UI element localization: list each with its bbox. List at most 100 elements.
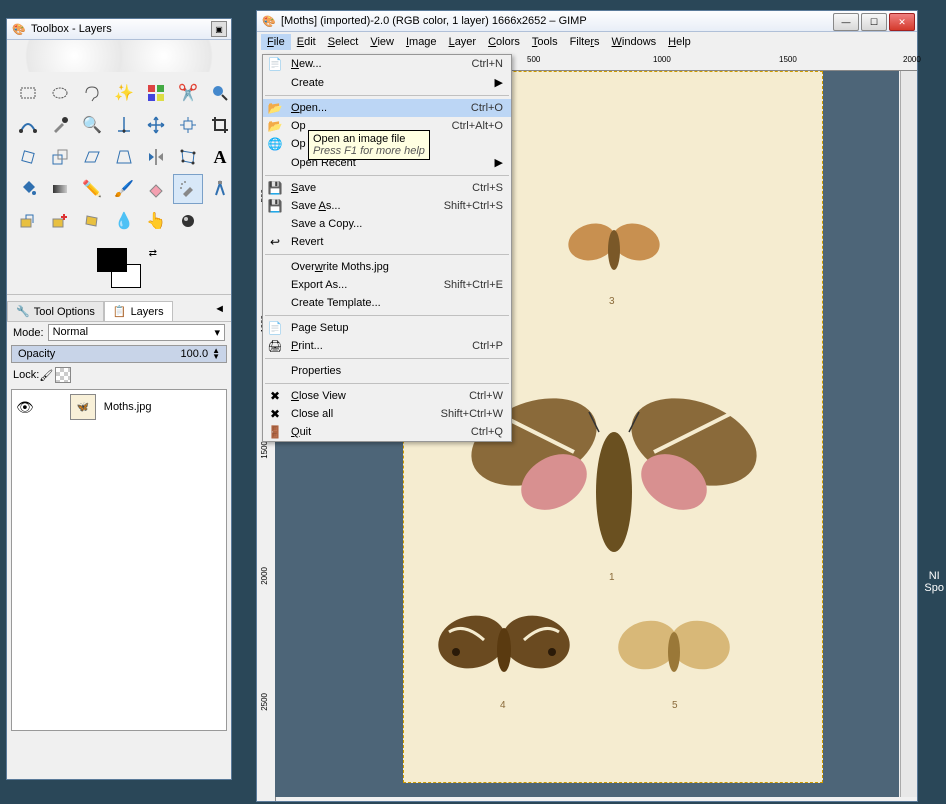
tab-menu-icon[interactable]: ◄ <box>208 301 231 321</box>
tool-by-color[interactable] <box>141 78 171 108</box>
tab-tool-options[interactable]: 🔧Tool Options <box>7 301 104 321</box>
lock-pixels-icon[interactable]: 🖌 <box>39 369 53 382</box>
menu-item-new[interactable]: 📄New...Ctrl+N <box>263 55 511 73</box>
lock-alpha-icon[interactable] <box>55 367 71 383</box>
fg-color[interactable] <box>97 248 127 272</box>
swap-colors-icon[interactable]: ⇄ <box>149 248 157 259</box>
tool-flip[interactable] <box>141 142 171 172</box>
menu-item-save-as[interactable]: 💾Save As...Shift+Ctrl+S <box>263 197 511 215</box>
menu-item-export-as[interactable]: Export As...Shift+Ctrl+E <box>263 276 511 294</box>
tool-eraser[interactable] <box>141 174 171 204</box>
menu-windows[interactable]: Windows <box>606 34 663 50</box>
tool-lasso[interactable] <box>77 78 107 108</box>
tool-align[interactable] <box>173 110 203 140</box>
mode-select[interactable]: Normal▾ <box>48 324 225 341</box>
toolbox-titlebar[interactable]: 🎨 Toolbox - Layers ▣ <box>7 19 231 40</box>
tool-blur[interactable]: 💧 <box>109 206 139 236</box>
layer-name[interactable]: Moths.jpg <box>104 401 152 413</box>
menu-item-close-view[interactable]: ✖Close ViewCtrl+W <box>263 387 511 405</box>
tooltip-text: Open an image file <box>313 133 425 145</box>
tool-perspective[interactable] <box>109 142 139 172</box>
tool-ellipse-select[interactable] <box>45 78 75 108</box>
menu-help[interactable]: Help <box>662 34 697 50</box>
save-as-icon: 💾 <box>267 198 283 214</box>
tool-paintbrush[interactable]: 🖌️ <box>109 174 139 204</box>
dropdown-arrow-icon: ▾ <box>214 326 220 339</box>
menu-filters[interactable]: Filters <box>564 34 606 50</box>
open-layers-icon: 📂 <box>267 118 283 134</box>
tool-crop[interactable] <box>205 110 235 140</box>
desktop-label: NI Spo <box>924 570 944 594</box>
tool-foreground[interactable] <box>205 78 235 108</box>
tool-dodge[interactable] <box>173 206 203 236</box>
tool-shear[interactable] <box>77 142 107 172</box>
label-4: 4 <box>500 700 506 711</box>
menu-item-quit[interactable]: 🚪QuitCtrl+Q <box>263 423 511 441</box>
tool-move[interactable] <box>141 110 171 140</box>
save-icon: 💾 <box>267 180 283 196</box>
tool-airbrush[interactable] <box>173 174 203 204</box>
tool-clone[interactable] <box>13 206 43 236</box>
menu-edit[interactable]: Edit <box>291 34 322 50</box>
menu-view[interactable]: View <box>364 34 400 50</box>
tool-color-picker[interactable] <box>45 110 75 140</box>
tool-zoom[interactable]: 🔍 <box>77 110 107 140</box>
menu-item-open[interactable]: 📂Open...Ctrl+O <box>263 99 511 117</box>
visibility-icon[interactable]: 👁 <box>16 399 34 416</box>
menu-image[interactable]: Image <box>400 34 443 50</box>
menu-file[interactable]: File <box>261 34 291 50</box>
tool-pencil[interactable]: ✏️ <box>77 174 107 204</box>
moth-3 <box>564 212 664 282</box>
tool-rect-select[interactable] <box>13 78 43 108</box>
opacity-row[interactable]: Opacity 100.0 ▲▼ <box>11 345 227 363</box>
tool-scale[interactable] <box>45 142 75 172</box>
scrollbar-vertical[interactable] <box>900 71 917 797</box>
layer-list: 👁 🦋 Moths.jpg <box>11 389 227 731</box>
tool-measure[interactable] <box>109 110 139 140</box>
layer-row[interactable]: 👁 🦋 Moths.jpg <box>12 390 226 424</box>
image-titlebar[interactable]: 🎨 [Moths] (imported)-2.0 (RGB color, 1 l… <box>257 11 917 32</box>
menu-item-save[interactable]: 💾SaveCtrl+S <box>263 179 511 197</box>
menubar: File Edit Select View Image Layer Colors… <box>257 32 917 52</box>
tool-perspective-clone[interactable] <box>77 206 107 236</box>
mode-label: Mode: <box>13 327 44 339</box>
menu-item-print[interactable]: 🖨Print...Ctrl+P <box>263 337 511 355</box>
menu-select[interactable]: Select <box>322 34 365 50</box>
menu-item-revert[interactable]: ↩Revert <box>263 233 511 251</box>
minimize-button[interactable]: — <box>833 13 859 31</box>
menu-item-properties[interactable]: Properties <box>263 362 511 380</box>
tool-cage[interactable] <box>173 142 203 172</box>
menu-item-save-copy[interactable]: Save a Copy... <box>263 215 511 233</box>
layers-icon: 📋 <box>113 305 127 318</box>
menu-item-create-template[interactable]: Create Template... <box>263 294 511 312</box>
tool-blend[interactable] <box>45 174 75 204</box>
menu-item-close-all[interactable]: ✖Close allShift+Ctrl+W <box>263 405 511 423</box>
tool-heal[interactable] <box>45 206 75 236</box>
tool-rotate[interactable] <box>13 142 43 172</box>
layer-thumbnail[interactable]: 🦋 <box>70 394 96 420</box>
tab-layers[interactable]: 📋Layers <box>104 301 173 321</box>
tool-paths[interactable] <box>13 110 43 140</box>
menu-item-page-setup[interactable]: 📄Page Setup <box>263 319 511 337</box>
close-button[interactable]: ✕ <box>889 13 915 31</box>
menu-colors[interactable]: Colors <box>482 34 526 50</box>
new-icon: 📄 <box>267 56 283 72</box>
color-swatches[interactable]: ⇄ <box>89 248 149 288</box>
print-icon: 🖨 <box>267 338 283 354</box>
tool-fuzzy-select[interactable]: ✨ <box>109 78 139 108</box>
menu-layer[interactable]: Layer <box>443 34 483 50</box>
menu-tools[interactable]: Tools <box>526 34 564 50</box>
toolbox-title: Toolbox - Layers <box>31 23 211 35</box>
opacity-value: 100.0 <box>181 348 209 360</box>
tool-scissors[interactable]: ✂️ <box>173 78 203 108</box>
lock-row: Lock: 🖌 <box>7 365 231 385</box>
tool-smudge[interactable]: 👆 <box>141 206 171 236</box>
pin-button[interactable]: ▣ <box>211 21 227 37</box>
opacity-spinner[interactable]: ▲▼ <box>212 348 220 360</box>
menu-item-overwrite[interactable]: Overwrite Moths.jpg <box>263 258 511 276</box>
tool-bucket[interactable] <box>13 174 43 204</box>
tool-text[interactable]: A <box>205 142 235 172</box>
tool-ink[interactable] <box>205 174 235 204</box>
maximize-button[interactable]: ☐ <box>861 13 887 31</box>
menu-item-create[interactable]: Create▶ <box>263 73 511 92</box>
